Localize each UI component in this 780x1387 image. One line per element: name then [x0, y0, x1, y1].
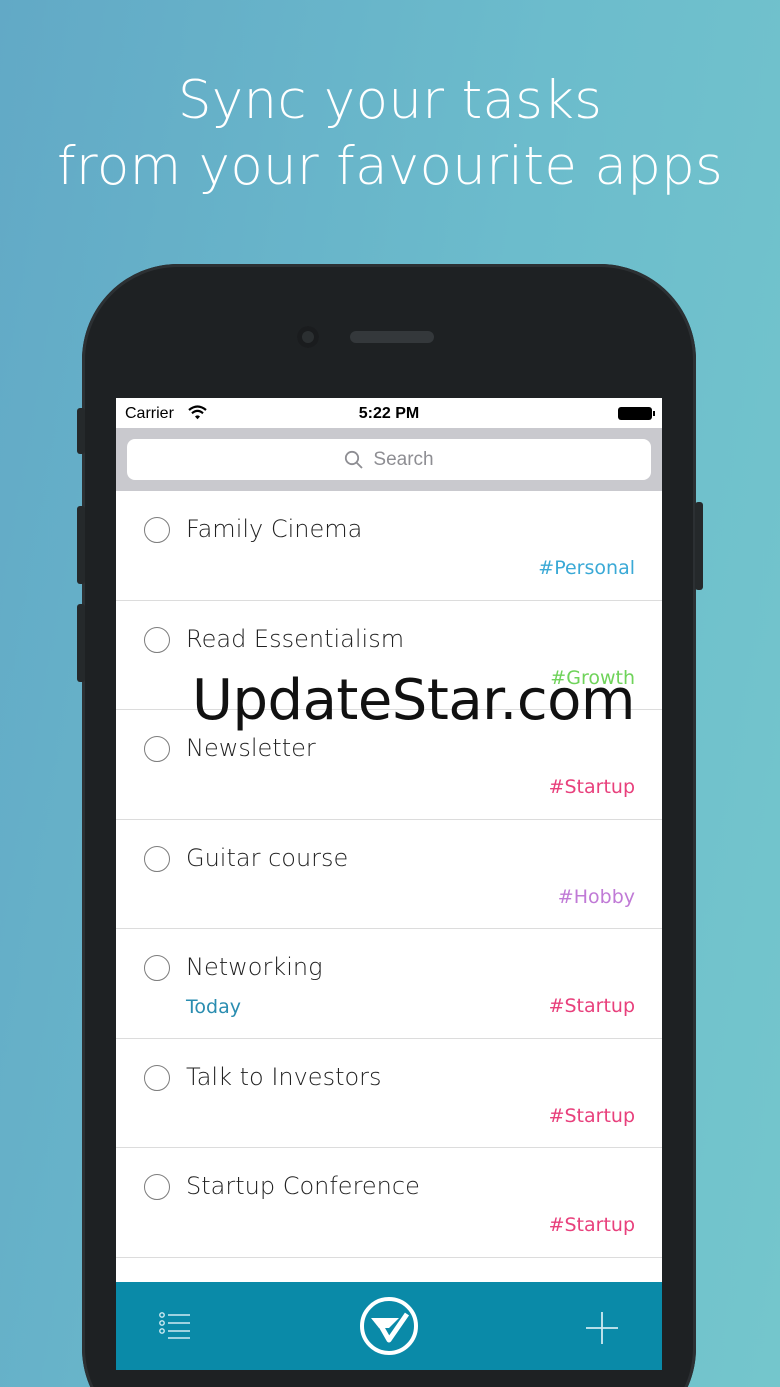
- task-tag[interactable]: #Hobby: [558, 886, 635, 908]
- task-checkbox[interactable]: [144, 736, 170, 762]
- add-icon[interactable]: [585, 1311, 619, 1345]
- task-checkbox[interactable]: [144, 845, 170, 872]
- task-row[interactable]: Networking Today #Startup: [116, 929, 662, 1039]
- app-screen: Carrier 5:22 PM Search Family Cinema #Pe…: [116, 398, 662, 1370]
- task-checkbox[interactable]: [144, 1064, 170, 1091]
- search-bar: Search: [116, 428, 662, 491]
- task-tag[interactable]: #Personal: [538, 557, 635, 579]
- volume-down-button: [77, 604, 85, 682]
- tab-bar: [116, 1282, 662, 1370]
- battery-icon: [618, 407, 655, 420]
- task-title: Guitar course: [186, 843, 349, 872]
- headline: Sync your tasks from your favourite apps: [0, 68, 780, 200]
- task-title: Networking: [186, 953, 323, 981]
- task-title: Newsletter: [186, 734, 316, 762]
- task-row[interactable]: Family Cinema #Personal: [116, 491, 662, 601]
- task-checkbox[interactable]: [144, 517, 170, 543]
- task-tag[interactable]: #Startup: [549, 776, 635, 798]
- task-row[interactable]: Guitar course #Hobby: [116, 820, 662, 929]
- task-title: Family Cinema: [186, 515, 363, 543]
- volume-up-button: [77, 506, 85, 584]
- status-time: 5:22 PM: [358, 405, 420, 422]
- task-title: Startup Conference: [186, 1172, 420, 1200]
- task-checkbox[interactable]: [144, 955, 170, 981]
- task-tag[interactable]: #Startup: [549, 1214, 635, 1236]
- status-bar: Carrier 5:22 PM: [116, 398, 662, 428]
- task-date: Today: [186, 996, 241, 1018]
- app-logo-icon[interactable]: [359, 1296, 419, 1356]
- front-camera: [297, 326, 319, 348]
- task-list: Family Cinema #Personal Read Essentialis…: [116, 491, 662, 1367]
- watermark: UpdateStar.com: [192, 668, 635, 733]
- power-button: [695, 502, 703, 590]
- task-title: Talk to Investors: [186, 1062, 382, 1091]
- task-checkbox[interactable]: [144, 626, 170, 653]
- earpiece-speaker: [350, 331, 434, 343]
- search-placeholder: Search: [373, 448, 434, 470]
- task-tag[interactable]: #Startup: [549, 995, 635, 1017]
- task-title: Read Essentialism: [186, 624, 405, 653]
- task-row[interactable]: Startup Conference #Startup: [116, 1148, 662, 1258]
- headline-line-2: from your favourite apps: [56, 136, 724, 197]
- headline-line-1: Sync your tasks: [177, 70, 603, 131]
- search-input[interactable]: Search: [127, 439, 651, 480]
- list-icon[interactable]: [159, 1312, 191, 1340]
- mute-switch: [77, 408, 85, 454]
- search-icon: [345, 450, 364, 469]
- task-checkbox[interactable]: [144, 1174, 170, 1200]
- task-tag[interactable]: #Startup: [549, 1105, 635, 1127]
- task-row[interactable]: Talk to Investors #Startup: [116, 1039, 662, 1148]
